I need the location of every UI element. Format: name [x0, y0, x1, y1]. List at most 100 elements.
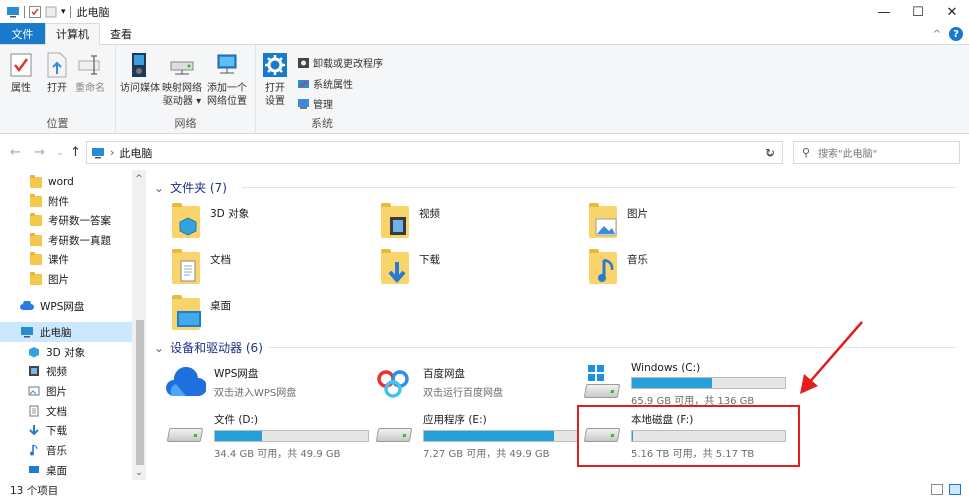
nav-item-pictures-quick[interactable]: 图片 — [0, 269, 132, 289]
new-folder-icon[interactable] — [45, 6, 57, 18]
system-properties-label: 系统属性 — [313, 80, 353, 91]
manage-button[interactable]: 管理 — [296, 96, 333, 111]
large-icons-view-icon[interactable] — [949, 484, 961, 495]
nav-item-downloads[interactable]: 下载 — [0, 420, 132, 440]
map-network-drive-button[interactable]: 映射网络 驱动器 ▾ — [162, 50, 202, 108]
tab-computer[interactable]: 计算机 — [45, 23, 100, 45]
nav-item-pictures[interactable]: 图片 — [0, 381, 132, 401]
ribbon-tabs: 文件 计算机 查看 ^ ? — [0, 23, 969, 45]
minimize-button[interactable]: — — [867, 0, 901, 24]
nav-item-label: 图片 — [48, 273, 69, 286]
title-bar: ▾ 此电脑 — ☐ ✕ — [0, 0, 969, 24]
map-drive-label-line1: 映射网络 — [162, 83, 202, 94]
folders-section-header[interactable]: ⌄ 文件夹 (7) — [154, 179, 227, 196]
nav-item-math-exams[interactable]: 考研数一真题 — [0, 230, 132, 250]
3d-objects-icon — [29, 347, 39, 358]
system-properties-button[interactable]: 系统属性 — [296, 76, 353, 91]
window-title: 此电脑 — [76, 6, 110, 19]
section-collapse-chevron-icon[interactable]: ⌄ — [154, 181, 164, 195]
details-view-icon[interactable] — [931, 484, 943, 495]
device-name: WPS网盘 — [214, 368, 259, 380]
folder-music[interactable]: 音乐 — [587, 248, 648, 288]
device-baidu-cloud[interactable]: 百度网盘 双击运行百度网盘 — [375, 366, 503, 406]
nav-item-label: word — [48, 176, 74, 188]
folder-icon — [30, 193, 42, 207]
rename-button[interactable]: 重命名 — [75, 50, 105, 95]
folder-desktop[interactable]: 桌面 — [170, 294, 231, 334]
folder-3d-objects[interactable]: 3D 对象 — [170, 202, 249, 242]
close-button[interactable]: ✕ — [935, 0, 969, 24]
maximize-button[interactable]: ☐ — [901, 0, 935, 24]
properties-button[interactable]: 属性 — [8, 50, 34, 95]
device-drive-d[interactable]: 文件 (D:) 34.4 GB 可用，共 49.9 GB — [166, 412, 369, 460]
picture-icon — [595, 218, 617, 236]
drive-usage-fill — [424, 431, 555, 441]
recent-locations-chevron-icon[interactable]: ⌄ — [56, 148, 64, 158]
item-count: 13 个项目 — [10, 484, 59, 497]
folder-videos[interactable]: 视频 — [379, 202, 440, 242]
access-media-button[interactable]: 访问媒体 — [120, 50, 160, 95]
nav-item-music[interactable]: 音乐 — [0, 440, 132, 460]
nav-item-math-answers[interactable]: 考研数一答案 — [0, 210, 132, 230]
nav-item-courseware[interactable]: 课件 — [0, 249, 132, 269]
customize-qat-dropdown-icon[interactable]: ▾ — [61, 7, 66, 17]
address-bar[interactable]: › 此电脑 ⌄ — [86, 141, 783, 164]
nav-item-documents[interactable]: 文档 — [0, 401, 132, 421]
folder-pictures[interactable]: 图片 — [587, 202, 648, 242]
refresh-icon[interactable]: ↻ — [757, 141, 783, 164]
folder-label: 音乐 — [627, 254, 648, 266]
computer-icon[interactable] — [6, 6, 20, 18]
download-arrow-icon — [388, 262, 406, 284]
devices-section-header[interactable]: ⌄ 设备和驱动器 (6) — [154, 339, 263, 356]
drive-free-space: 7.27 GB 可用，共 49.9 GB — [423, 449, 550, 460]
ribbon-group-network: 访问媒体 映射网络 驱动器 ▾ 添加一个 网络位置 网络 — [116, 45, 256, 134]
back-arrow-icon[interactable]: ← — [10, 145, 21, 160]
breadcrumb-this-pc[interactable]: 此电脑 — [119, 145, 152, 161]
help-icon[interactable]: ? — [949, 27, 963, 41]
this-pc-icon — [92, 147, 104, 158]
add-location-label-line1: 添加一个 — [207, 83, 247, 94]
nav-item-label: 考研数一答案 — [48, 214, 111, 227]
section-collapse-chevron-icon[interactable]: ⌄ — [154, 341, 164, 355]
up-arrow-icon[interactable]: ↑ — [70, 145, 81, 160]
device-drive-e[interactable]: 应用程序 (E:) 7.27 GB 可用，共 49.9 GB — [375, 412, 578, 460]
search-placeholder: 搜索"此电脑" — [818, 149, 878, 160]
map-drive-label-line2: 驱动器 ▾ — [162, 96, 202, 107]
device-name: 文件 (D:) — [214, 414, 259, 426]
desktop-icon — [29, 466, 39, 473]
tab-file[interactable]: 文件 — [0, 23, 45, 44]
nav-item-videos[interactable]: 视频 — [0, 361, 132, 381]
drive-usage-bar — [214, 430, 369, 442]
folder-documents[interactable]: 文档 — [170, 248, 231, 288]
video-icon — [29, 366, 39, 376]
nav-item-this-pc[interactable]: 此电脑 — [0, 322, 132, 342]
tab-view[interactable]: 查看 — [100, 23, 142, 44]
baidu-cloud-icon — [377, 370, 409, 398]
open-settings-button[interactable]: 打开 设置 — [262, 50, 288, 108]
add-location-label-line2: 网络位置 — [207, 96, 247, 107]
nav-item-3d-objects[interactable]: 3D 对象 — [0, 342, 132, 362]
add-network-location-button[interactable]: 添加一个 网络位置 — [207, 50, 247, 108]
open-button[interactable]: 打开 — [44, 50, 70, 95]
scroll-down-icon[interactable]: ⌄ — [132, 466, 146, 480]
nav-scroll-thumb[interactable] — [136, 320, 144, 465]
uninstall-programs-button[interactable]: 卸载或更改程序 — [296, 55, 383, 70]
scroll-up-icon[interactable]: ^ — [132, 172, 146, 186]
folder-downloads[interactable]: 下载 — [379, 248, 440, 288]
device-wps-cloud[interactable]: WPS网盘 双击进入WPS网盘 — [166, 366, 296, 406]
device-name: 百度网盘 — [423, 368, 465, 380]
forward-arrow-icon[interactable]: → — [34, 145, 45, 160]
properties-check-icon[interactable] — [29, 6, 41, 18]
nav-item-label: 视频 — [46, 365, 67, 378]
collapse-ribbon-icon[interactable]: ^ — [933, 29, 941, 40]
nav-item-label: 课件 — [48, 253, 69, 266]
nav-item-word[interactable]: word — [0, 172, 132, 192]
nav-item-wps-cloud[interactable]: WPS网盘 — [0, 296, 132, 316]
nav-item-attachments[interactable]: 附件 — [0, 191, 132, 211]
device-drive-c[interactable]: Windows (C:) 65.9 GB 可用，共 136 GB — [583, 362, 786, 407]
search-input[interactable]: ⚲ 搜索"此电脑" — [793, 141, 960, 164]
nav-item-desktop[interactable]: 桌面 — [0, 460, 132, 480]
folder-label: 视频 — [419, 208, 440, 220]
cloud-icon — [20, 301, 34, 310]
breadcrumb-separator[interactable]: › — [110, 146, 114, 159]
